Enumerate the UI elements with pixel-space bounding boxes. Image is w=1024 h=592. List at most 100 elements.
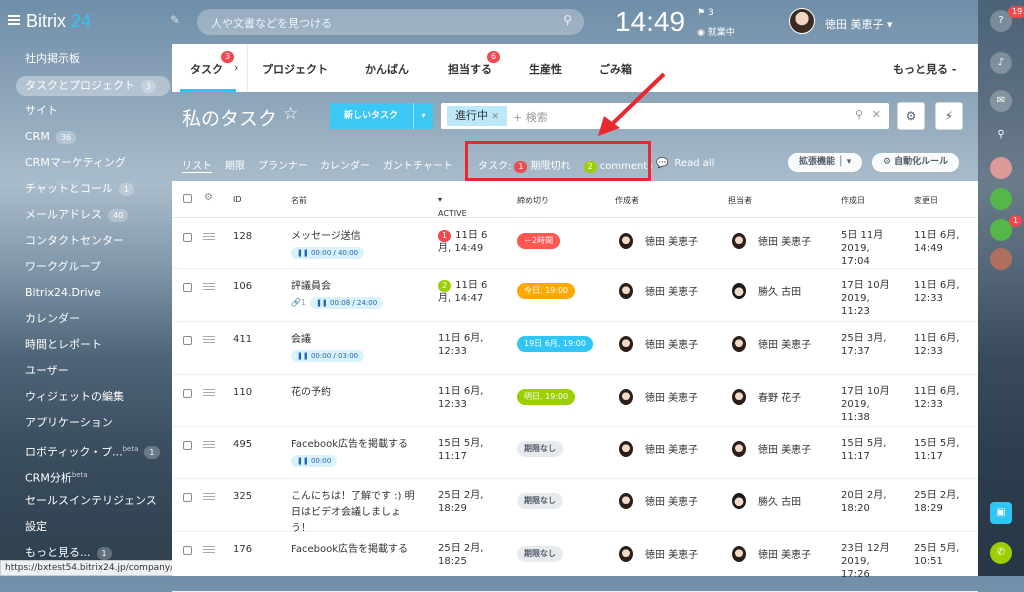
assignee-avatar[interactable] [732, 336, 746, 352]
time-tracker[interactable]: ❚❚ 00:00 [291, 455, 338, 467]
gear-icon[interactable]: ⚙ [204, 192, 213, 203]
task-name-link[interactable]: 会議 [291, 334, 311, 345]
deadline-badge[interactable]: 期限なし [517, 493, 563, 509]
drag-handle-icon[interactable] [203, 546, 215, 553]
table-row[interactable]: 176 Facebook広告を掲載する 25日 2月, 18:25 期限なし 徳田 美恵… [172, 532, 978, 592]
sidebar-item[interactable]: CRM分析beta [0, 466, 170, 492]
assignee-name[interactable]: 徳田 美恵子 [758, 441, 811, 456]
creator-name[interactable]: 徳田 美恵子 [645, 546, 698, 561]
sidebar-item[interactable]: CRM 36 [0, 128, 170, 154]
tab-projects[interactable]: プロジェクト [262, 61, 328, 77]
creator-name[interactable]: 徳田 美恵子 [645, 389, 698, 404]
col-modified[interactable]: 変更日 [914, 195, 938, 206]
col-creator[interactable]: 作成者 [615, 195, 639, 206]
creator-name[interactable]: 徳田 美恵子 [645, 493, 698, 508]
view-list[interactable]: リスト [182, 157, 212, 173]
screen-share-icon[interactable]: ▣ [990, 502, 1012, 524]
table-row[interactable]: 411 会議 ❚❚ 00:00 / 03:00 11日 6月, 12:33 19日 6月… [172, 322, 978, 375]
assignee-avatar[interactable] [732, 283, 746, 299]
task-name[interactable]: メッセージ送信 ❚❚ 00:00 / 40:00 [291, 229, 416, 261]
deadline-badge[interactable]: 今日, 19:00 [517, 283, 576, 299]
assignee-avatar[interactable] [732, 441, 746, 457]
assignee-avatar[interactable] [732, 389, 746, 405]
creator-name[interactable]: 徳田 美恵子 [645, 441, 698, 456]
sidebar-item[interactable]: サイト [0, 102, 170, 128]
extensions-button[interactable]: 拡張機能 │ ▾ [788, 153, 863, 172]
user-name[interactable]: 徳田 美恵子 ▾ [825, 16, 893, 32]
assignee-name[interactable]: 徳田 美恵子 [758, 546, 811, 561]
task-name[interactable]: Facebook広告を掲載する ❚❚ 00:00 [291, 437, 416, 469]
contact-avatar[interactable] [990, 188, 1012, 210]
search-icon[interactable]: ⚲ [563, 13, 572, 27]
table-row[interactable]: 110 花の予約 11日 6月, 12:33 明日, 19:00 徳田 美恵子 春野 花子… [172, 375, 978, 427]
task-name-link[interactable]: 評議員会 [291, 281, 331, 292]
sidebar-item[interactable]: ウィジェットの編集 [0, 388, 170, 414]
search-icon[interactable]: ⚲ [990, 124, 1012, 146]
tab-assigned[interactable]: 担当する [448, 61, 492, 77]
row-checkbox[interactable] [183, 283, 192, 292]
read-all-link[interactable]: 💬 Read all [656, 158, 714, 169]
task-name-link[interactable]: メッセージ送信 [291, 231, 361, 242]
table-row[interactable]: 128 メッセージ送信 ❚❚ 00:00 / 40:00 1 11日 6月, 14:49… [172, 219, 978, 269]
assignee-name[interactable]: 徳田 美恵子 [758, 336, 811, 351]
phone-icon[interactable]: ✆ [990, 542, 1012, 564]
tab-efficiency[interactable]: 生産性 [529, 61, 562, 77]
deadline-badge[interactable]: 期限なし [517, 441, 563, 457]
flag-counter[interactable]: ⚑ 3 [697, 8, 714, 18]
table-row[interactable]: 325 こんにちは！了解です :) 明日はビデオ会議しましょう！ 25日 2月, 1… [172, 479, 978, 534]
row-checkbox[interactable] [183, 441, 192, 450]
assignee-name[interactable]: 徳田 美恵子 [758, 233, 811, 248]
assignee-avatar[interactable] [732, 233, 746, 249]
attachment-icon[interactable]: 🔗1 [291, 298, 306, 307]
time-tracker[interactable]: ❚❚ 00:00 / 40:00 [291, 247, 365, 259]
creator-avatar[interactable] [619, 441, 633, 457]
col-active[interactable]: ACTIVE ▾ [438, 195, 467, 218]
chevron-right-icon[interactable]: › [234, 61, 238, 74]
lightning-icon[interactable]: ⚡ [935, 102, 963, 130]
clear-icon[interactable]: ✕ [872, 108, 881, 121]
sidebar-item[interactable]: セールスインテリジェンス [0, 492, 170, 518]
drag-handle-icon[interactable] [203, 493, 215, 500]
drag-handle-icon[interactable] [203, 336, 215, 343]
sidebar-item[interactable]: メールアドレス 40 [0, 206, 170, 232]
deadline-badge[interactable]: 19日 6月, 19:00 [517, 336, 593, 352]
logo[interactable]: Bitrix 24 [26, 11, 91, 32]
select-all-checkbox[interactable] [183, 194, 192, 203]
creator-avatar[interactable] [619, 389, 633, 405]
creator-name[interactable]: 徳田 美恵子 [645, 283, 698, 298]
assignee-name[interactable]: 勝久 古田 [758, 283, 801, 298]
col-assignee[interactable]: 担当者 [728, 195, 752, 206]
crm-contact-avatar[interactable] [990, 248, 1012, 270]
task-name[interactable]: 会議 ❚❚ 00:00 / 03:00 [291, 332, 416, 364]
view-planner[interactable]: プランナー [258, 157, 308, 172]
drag-handle-icon[interactable] [203, 233, 215, 240]
creator-avatar[interactable] [619, 283, 633, 299]
task-name-link[interactable]: こんにちは！了解です :) 明日はビデオ会議しましょう！ [291, 491, 415, 534]
star-icon[interactable]: ☆ [283, 104, 298, 124]
deadline-badge[interactable]: 期限なし [517, 546, 563, 562]
col-name[interactable]: 名前 [291, 195, 307, 206]
creator-avatar[interactable] [619, 336, 633, 352]
table-row[interactable]: 106 評議員会 🔗1 ❚❚ 00:08 / 24:00 2 11日 6月, 14:47 今… [172, 269, 978, 322]
sidebar-item[interactable]: 時間とレポート [0, 336, 170, 362]
row-checkbox[interactable] [183, 336, 192, 345]
tab-more[interactable]: もっと見る - [893, 61, 956, 77]
task-name-link[interactable]: Facebook広告を掲載する [291, 439, 408, 450]
assignee-avatar[interactable] [732, 546, 746, 562]
sidebar-item[interactable]: Bitrix24.Drive [0, 284, 170, 310]
assignee-name[interactable]: 勝久 古田 [758, 493, 801, 508]
time-tracker[interactable]: ❚❚ 00:08 / 24:00 [310, 297, 384, 309]
sidebar-item[interactable]: ロボティック・プ...beta 1 [0, 440, 170, 466]
task-name-link[interactable]: Facebook広告を掲載する [291, 544, 408, 555]
chat-icon[interactable]: ✉ [990, 90, 1012, 112]
work-status[interactable]: ◉ 就業中 [697, 25, 735, 38]
drag-handle-icon[interactable] [203, 283, 215, 290]
bell-icon[interactable]: ♪ [990, 52, 1012, 74]
task-name[interactable]: 評議員会 🔗1 ❚❚ 00:08 / 24:00 [291, 279, 416, 311]
table-row[interactable]: 495 Facebook広告を掲載する ❚❚ 00:00 15日 5月, 11:17 期… [172, 427, 978, 479]
gear-icon[interactable]: ⚙ [897, 102, 925, 130]
pencil-icon[interactable]: ✎ [170, 13, 180, 27]
creator-avatar[interactable] [619, 233, 633, 249]
drag-handle-icon[interactable] [203, 441, 215, 448]
col-created[interactable]: 作成日 [841, 195, 865, 206]
